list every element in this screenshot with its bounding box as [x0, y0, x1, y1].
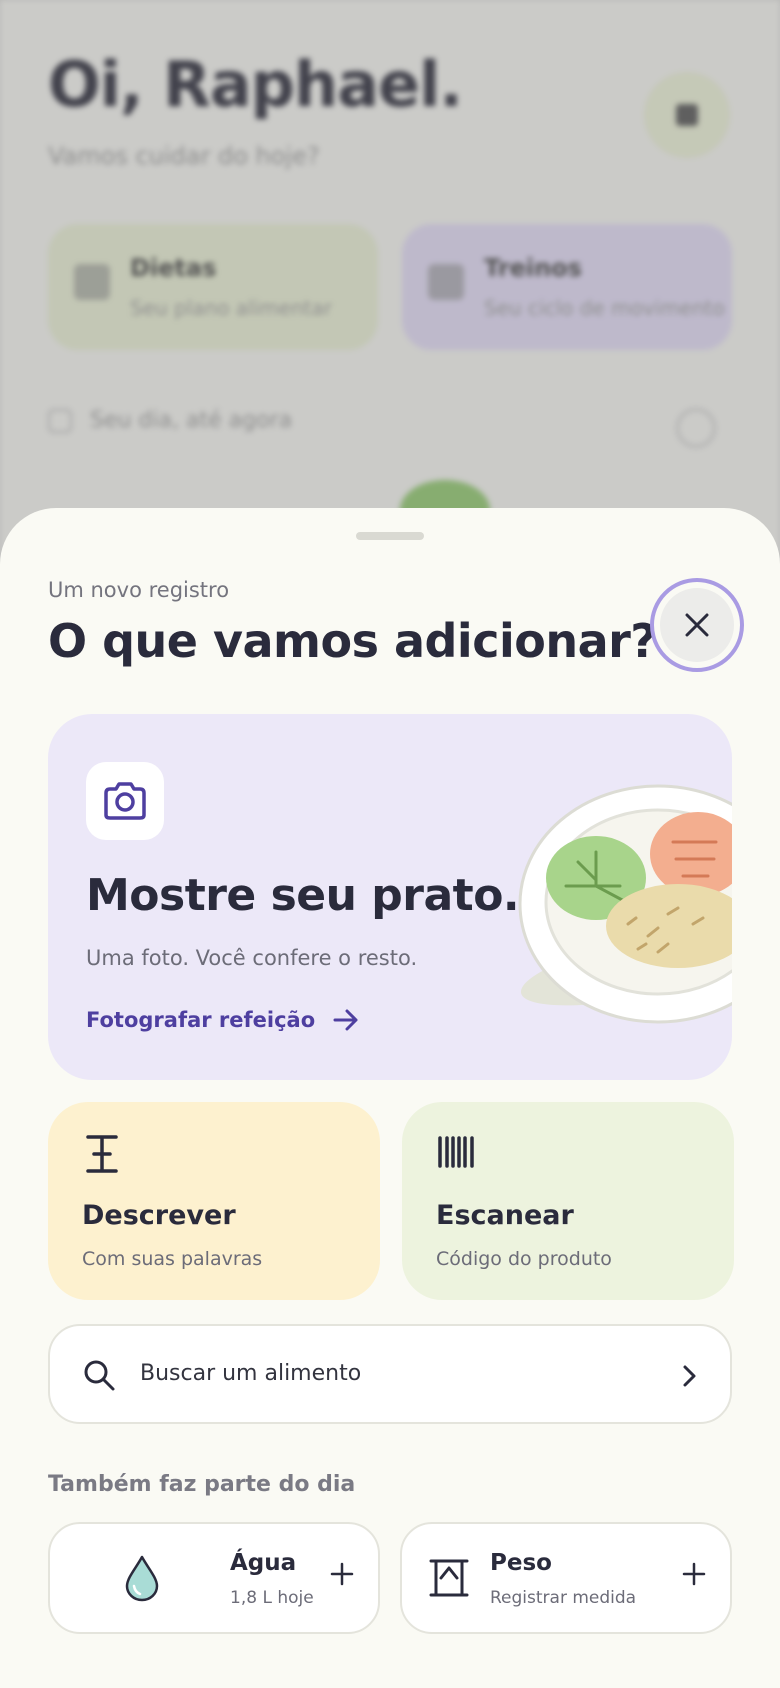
- weight-title: Peso: [490, 1550, 552, 1576]
- water-tile[interactable]: Água 1,8 L hoje: [48, 1522, 380, 1634]
- add-entry-sheet: Um novo registro O que vamos adicionar? …: [0, 508, 780, 1688]
- weight-subtitle: Registrar medida: [490, 1588, 637, 1608]
- scan-title: Escanear: [436, 1200, 574, 1231]
- close-button[interactable]: [650, 578, 744, 672]
- add-water-icon[interactable]: [330, 1562, 354, 1586]
- water-title: Água: [230, 1550, 297, 1576]
- photo-card-subtitle: Uma foto. Você confere o resto.: [86, 946, 418, 970]
- sheet-drag-handle[interactable]: [356, 532, 424, 540]
- describe-subtitle: Com suas palavras: [82, 1248, 263, 1270]
- weight-tile[interactable]: Peso Registrar medida: [400, 1522, 732, 1634]
- plate-illustration: [518, 784, 732, 1024]
- photo-card-title: Mostre seu prato.: [86, 870, 520, 921]
- camera-icon-box: [86, 762, 164, 840]
- food-search-field[interactable]: Buscar um alimento: [48, 1324, 732, 1424]
- sheet-eyebrow: Um novo registro: [48, 578, 230, 602]
- describe-option[interactable]: Descrever Com suas palavras: [48, 1102, 380, 1300]
- photo-meal-card[interactable]: Mostre seu prato. Uma foto. Você confere…: [48, 714, 732, 1080]
- photograph-meal-label: Fotografar refeição: [86, 1008, 316, 1032]
- scan-option[interactable]: Escanear Código do produto: [402, 1102, 734, 1300]
- photograph-meal-link[interactable]: Fotografar refeição: [86, 1008, 359, 1032]
- add-weight-icon[interactable]: [682, 1562, 706, 1586]
- scale-icon: [429, 1559, 469, 1597]
- water-drop-icon: [125, 1555, 159, 1602]
- camera-icon: [104, 782, 146, 820]
- section-title: Também faz parte do dia: [48, 1472, 356, 1497]
- scan-subtitle: Código do produto: [436, 1248, 612, 1270]
- text-cursor-icon: [86, 1135, 118, 1173]
- chevron-right-icon: [683, 1365, 696, 1387]
- water-subtitle: 1,8 L hoje: [230, 1588, 314, 1608]
- sheet-title: O que vamos adicionar?: [48, 614, 657, 668]
- search-placeholder: Buscar um alimento: [140, 1361, 362, 1386]
- close-button-inner[interactable]: [660, 588, 734, 662]
- search-icon: [84, 1360, 115, 1391]
- describe-title: Descrever: [82, 1200, 236, 1231]
- barcode-icon: [438, 1136, 474, 1168]
- close-icon: [685, 613, 709, 637]
- arrow-right-icon: [333, 1009, 358, 1031]
